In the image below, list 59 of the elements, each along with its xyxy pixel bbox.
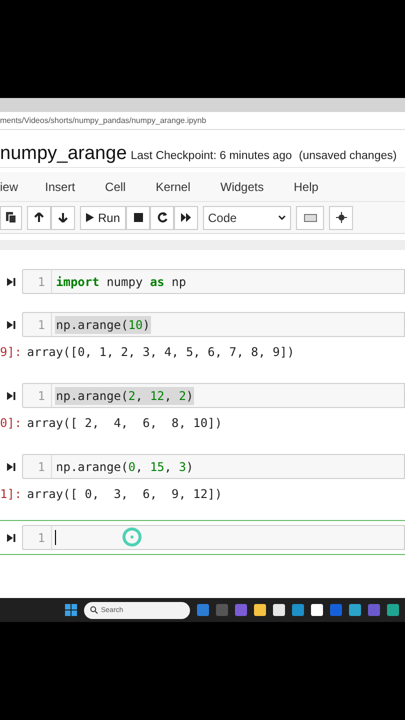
menu-item[interactable]: Cell: [105, 178, 126, 196]
click-ring-icon: [122, 527, 142, 547]
output-text: array([ 0, 3, 6, 9, 12]): [27, 486, 222, 503]
cell-type-dropdown[interactable]: Code: [203, 206, 292, 230]
code-input-field[interactable]: 1 import numpy as np: [22, 269, 405, 294]
line-number: 1: [36, 388, 46, 404]
code-input-field[interactable]: 1 np.arange(10): [22, 312, 405, 337]
output-prompt: 9]:: [0, 344, 23, 361]
code-input-field[interactable]: 1 np.arange(0, 15, 3): [22, 454, 405, 479]
restart-icon: [156, 212, 168, 223]
run-cell-icon[interactable]: [6, 320, 16, 330]
menu-item[interactable]: Insert: [45, 178, 76, 196]
stop-button[interactable]: [126, 206, 150, 230]
checkpoint-text: Last Checkpoint: 6 minutes ago: [130, 149, 292, 164]
fast-forward-button[interactable]: [174, 206, 198, 230]
widget-button[interactable]: [329, 206, 354, 230]
move-down-button[interactable]: [51, 206, 75, 230]
run-cell-icon[interactable]: [6, 276, 16, 286]
menu-item[interactable]: iew: [0, 178, 18, 196]
crosshair-icon: [336, 212, 347, 223]
text-cursor: [55, 530, 56, 545]
output-text: array([ 2, 4, 6, 8, 10]): [27, 415, 222, 432]
paste-icon: [6, 212, 16, 223]
menu-item[interactable]: Widgets: [220, 178, 264, 196]
move-up-button[interactable]: [27, 206, 51, 230]
notebook-title[interactable]: numpy_arange: [0, 140, 127, 168]
line-number: 1: [36, 316, 46, 334]
code-input-field[interactable]: 1 np.arange(2, 12, 2): [22, 383, 405, 408]
menu-item[interactable]: Kernel: [156, 178, 190, 196]
code-line: np.arange(0, 15, 3): [55, 458, 194, 476]
code-line: import numpy as np: [55, 274, 188, 290]
start-icon[interactable]: [65, 604, 77, 616]
restart-button[interactable]: [150, 206, 174, 230]
address-bar-url[interactable]: ments/Videos/shorts/numpy_pandas/numpy_arange.ipynb: [0, 114, 206, 126]
run-cell-icon[interactable]: [6, 532, 16, 542]
notebook-cell[interactable]: 1 np.arange(0, 15, 3) 1]: array([ 0, 3, 6, 9, 12]): [0, 449, 405, 512]
search-icon: [90, 606, 98, 614]
output-text: array([0, 1, 2, 3, 4, 5, 6, 7, 8, 9]): [27, 344, 294, 361]
menu-item[interactable]: Help: [294, 178, 318, 196]
stop-icon: [134, 213, 143, 222]
arrow-down-icon: [58, 212, 68, 223]
run-button[interactable]: Run: [80, 206, 126, 230]
arrow-up-icon: [34, 212, 44, 223]
output-prompt: 0]:: [0, 415, 23, 432]
notebook-cell[interactable]: 1 import numpy as np: [0, 264, 405, 299]
keyboard-icon: [304, 214, 317, 222]
line-number: 1: [36, 274, 46, 290]
paste-button[interactable]: [0, 206, 22, 230]
unsaved-status: (unsaved changes): [298, 149, 397, 164]
fast-forward-icon: [180, 213, 192, 222]
line-number: 1: [36, 458, 46, 476]
notebook-cell[interactable]: 1 np.arange(2, 12, 2) 0]: array([ 2, 4, 6, 8, 10]): [0, 378, 405, 441]
output-prompt: 1]:: [0, 486, 23, 503]
line-number: 1: [36, 530, 46, 546]
run-cell-icon[interactable]: [6, 390, 16, 400]
notebook-cell[interactable]: 1 np.arange(10) 9]: array([0, 1, 2, 3, 4, 5, 6, 7, 8, 9]): [0, 307, 405, 370]
caret-icon: [278, 215, 286, 220]
run-cell-icon[interactable]: [6, 462, 16, 472]
keyboard-button[interactable]: [296, 206, 324, 230]
